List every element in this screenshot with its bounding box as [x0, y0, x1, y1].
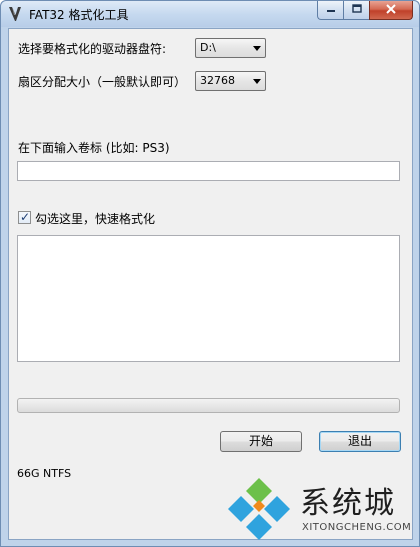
- format-progress-bar: [17, 398, 400, 413]
- exit-button[interactable]: 退出: [319, 431, 401, 452]
- cluster-size-label: 扇区分配大小（一般默认即可）: [18, 75, 187, 89]
- chevron-down-icon: [253, 46, 261, 51]
- log-textarea[interactable]: [17, 235, 400, 362]
- cluster-size-value: 32768: [200, 74, 235, 87]
- chevron-down-icon: [253, 79, 261, 84]
- watermark-subtitle: XITONGCHENG.COM: [302, 522, 412, 533]
- maximize-icon: [351, 3, 362, 17]
- fat32-app-icon: [8, 6, 22, 22]
- start-button[interactable]: 开始: [220, 431, 302, 452]
- quick-format-checkbox[interactable]: ✓: [18, 211, 31, 224]
- window-title: FAT32 格式化工具: [29, 8, 129, 22]
- watermark-diamond-icon: [226, 476, 292, 545]
- watermark-title: 系统城: [300, 486, 396, 521]
- volume-label-prompt: 在下面输入卷标 (比如: PS3): [18, 141, 170, 155]
- volume-label-input[interactable]: [17, 161, 400, 181]
- close-button[interactable]: [369, 1, 413, 20]
- app-window: FAT32 格式化工具 选择要格式化的驱动器盘符: D:\ 扇区分配大小（一般默…: [0, 0, 420, 547]
- minimize-icon: [326, 3, 336, 17]
- cluster-size-select[interactable]: 32768: [195, 71, 266, 91]
- checkmark-icon: ✓: [20, 210, 31, 224]
- minimize-button[interactable]: [317, 1, 343, 20]
- drive-select-value: D:\: [200, 41, 216, 54]
- client-area: 选择要格式化的驱动器盘符: D:\ 扇区分配大小（一般默认即可） 32768 在…: [8, 28, 413, 540]
- quick-format-label: 勾选这里，快速格式化: [35, 212, 156, 226]
- drive-select[interactable]: D:\: [195, 38, 266, 58]
- caption-buttons: [317, 1, 413, 20]
- watermark-logo: 系统城 XITONGCHENG.COM: [218, 474, 418, 544]
- title-bar[interactable]: FAT32 格式化工具: [1, 1, 419, 27]
- disk-info-status: 66G NTFS: [17, 467, 72, 480]
- maximize-button[interactable]: [343, 1, 369, 20]
- drive-label: 选择要格式化的驱动器盘符:: [18, 42, 167, 56]
- close-icon: [385, 3, 397, 17]
